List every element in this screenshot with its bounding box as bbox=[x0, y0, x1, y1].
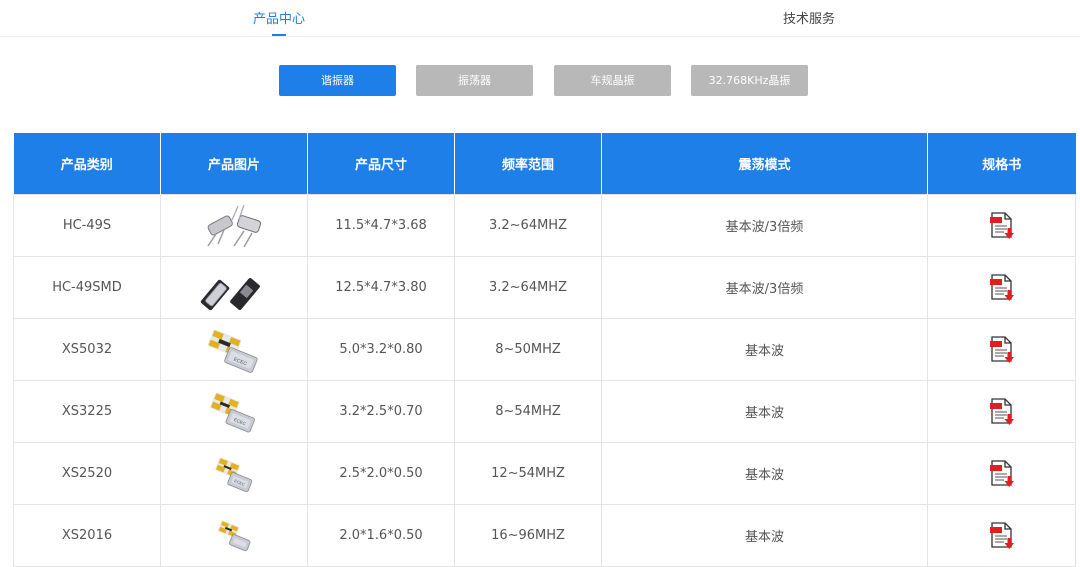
pdf-download-icon[interactable] bbox=[989, 459, 1015, 488]
header-frequency: 频率范围 bbox=[454, 133, 602, 195]
header-image: 产品图片 bbox=[160, 133, 308, 195]
header-size: 产品尺寸 bbox=[307, 133, 455, 195]
cell-size: 2.5*2.0*0.50 bbox=[307, 442, 455, 505]
hc49s-crystal-image bbox=[207, 204, 262, 247]
cell-mode: 基本波 bbox=[601, 442, 928, 505]
filter-32768khz-crystal-button[interactable]: 32.768KHz晶振 bbox=[691, 65, 808, 96]
pdf-download-icon[interactable] bbox=[989, 397, 1015, 426]
filter-resonator-button[interactable]: 谐振器 bbox=[279, 65, 396, 96]
cell-category: XS2520 bbox=[13, 442, 161, 505]
cell-category: XS2016 bbox=[13, 504, 161, 567]
header-mode: 震荡模式 bbox=[601, 133, 928, 195]
table-row: XS2520 ECEC 2.5*2.0*0.50 12~54MHZ 基本波 bbox=[13, 442, 1076, 505]
cell-image: ECEC bbox=[160, 318, 308, 381]
cell-mode: 基本波 bbox=[601, 318, 928, 381]
cell-image: ECEC bbox=[160, 380, 308, 443]
active-tab-indicator bbox=[272, 34, 286, 36]
cell-frequency: 8~50MHZ bbox=[454, 318, 602, 381]
tab-tech-service[interactable]: 技术服务 bbox=[783, 8, 835, 27]
cell-spec bbox=[927, 318, 1076, 381]
cell-image bbox=[160, 256, 308, 319]
cell-size: 5.0*3.2*0.80 bbox=[307, 318, 455, 381]
cell-size: 12.5*4.7*3.80 bbox=[307, 256, 455, 319]
cell-spec bbox=[927, 504, 1076, 567]
header-spec: 规格书 bbox=[927, 133, 1076, 195]
cell-category: HC-49S bbox=[13, 194, 161, 257]
cell-size: 11.5*4.7*3.68 bbox=[307, 194, 455, 257]
smd-crystal-image bbox=[218, 520, 251, 551]
cell-mode: 基本波/3倍频 bbox=[601, 256, 928, 319]
hc49smd-crystal-image bbox=[200, 277, 260, 310]
table-row: XS3225 ECEC 3.2*2.5*0.70 8~54MHZ 基本波 bbox=[13, 380, 1076, 443]
pdf-download-icon[interactable] bbox=[989, 273, 1015, 302]
cell-category: XS3225 bbox=[13, 380, 161, 443]
cell-mode: 基本波 bbox=[601, 504, 928, 567]
top-tabs: 产品中心 技术服务 bbox=[0, 0, 1080, 37]
cell-size: 3.2*2.5*0.70 bbox=[307, 380, 455, 443]
pdf-download-icon[interactable] bbox=[989, 211, 1015, 240]
table-row: HC-49S 11.5*4.7*3.68 3.2~64MHZ 基本波/3倍频 bbox=[13, 194, 1076, 257]
cell-frequency: 3.2~64MHZ bbox=[454, 194, 602, 257]
cell-frequency: 16~96MHZ bbox=[454, 504, 602, 567]
smd-crystal-image: ECEC bbox=[207, 329, 258, 373]
category-filter-bar: 谐振器 振荡器 车规晶振 32.768KHz晶振 bbox=[0, 65, 1080, 97]
cell-spec bbox=[927, 194, 1076, 257]
cell-image: ECEC bbox=[160, 442, 308, 505]
cell-image bbox=[160, 194, 308, 257]
cell-spec bbox=[927, 380, 1076, 443]
cell-size: 2.0*1.6*0.50 bbox=[307, 504, 455, 567]
header-category: 产品类别 bbox=[13, 133, 161, 195]
cell-mode: 基本波 bbox=[601, 380, 928, 443]
cell-category: XS5032 bbox=[13, 318, 161, 381]
tab-product-center[interactable]: 产品中心 bbox=[253, 8, 305, 27]
cell-frequency: 8~54MHZ bbox=[454, 380, 602, 443]
filter-automotive-crystal-button[interactable]: 车规晶振 bbox=[554, 65, 671, 96]
cell-frequency: 12~54MHZ bbox=[454, 442, 602, 505]
table-row: XS5032 ECEC 5.0*3.2*0.80 8~50MHZ 基本波 bbox=[13, 318, 1076, 381]
product-table: 产品类别 产品图片 产品尺寸 频率范围 震荡模式 规格书 HC-49S 11.5… bbox=[13, 133, 1076, 567]
cell-frequency: 3.2~64MHZ bbox=[454, 256, 602, 319]
cell-spec bbox=[927, 442, 1076, 505]
smd-crystal-image: ECEC bbox=[210, 392, 255, 432]
product-table-container: 产品类别 产品图片 产品尺寸 频率范围 震荡模式 规格书 HC-49S 11.5… bbox=[13, 133, 1076, 567]
table-header-row: 产品类别 产品图片 产品尺寸 频率范围 震荡模式 规格书 bbox=[13, 133, 1076, 195]
cell-category: HC-49SMD bbox=[13, 256, 161, 319]
filter-oscillator-button[interactable]: 振荡器 bbox=[416, 65, 533, 96]
table-row: HC-49SMD 12.5*4.7*3.80 3.2~64MHZ 基本波/3倍频 bbox=[13, 256, 1076, 319]
pdf-download-icon[interactable] bbox=[989, 335, 1015, 364]
table-row: XS2016 2.0*1.6*0.50 16~96MHZ 基本波 bbox=[13, 504, 1076, 567]
pdf-download-icon[interactable] bbox=[989, 521, 1015, 550]
smd-crystal-image: ECEC bbox=[215, 457, 253, 492]
cell-spec bbox=[927, 256, 1076, 319]
cell-image bbox=[160, 504, 308, 567]
cell-mode: 基本波/3倍频 bbox=[601, 194, 928, 257]
